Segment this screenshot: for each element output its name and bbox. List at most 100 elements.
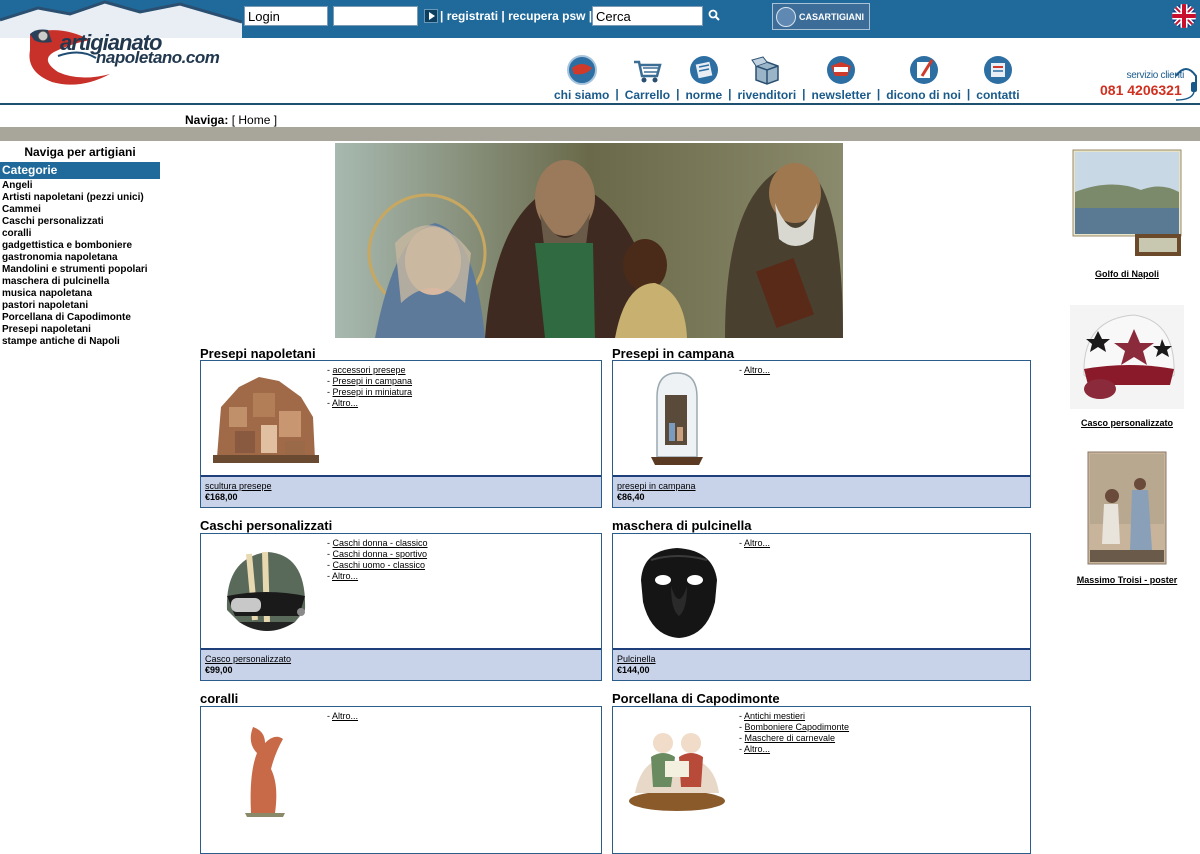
category-item[interactable]: Artisti napoletani (pezzi unici) [2, 192, 148, 204]
featured-item[interactable]: Casco personalizzato [1070, 305, 1184, 428]
section-title: maschera di pulcinella [612, 518, 752, 533]
password-input[interactable] [333, 6, 418, 26]
category-item[interactable]: maschera di pulcinella [2, 276, 148, 288]
category-item[interactable]: Mandolini e strumenti popolari [2, 264, 148, 276]
product-link[interactable]: Pulcinella [617, 654, 656, 664]
subcategory-link[interactable]: Caschi donna - classico [333, 538, 428, 548]
category-item[interactable]: coralli [2, 228, 148, 240]
presepe-image[interactable] [209, 367, 321, 471]
nav-chi-siamo[interactable]: chi siamo [548, 54, 615, 102]
porcelain-image[interactable] [621, 713, 733, 817]
more-link[interactable]: Altro... [332, 571, 358, 581]
more-link[interactable]: Altro... [332, 711, 358, 721]
subcategory-link[interactable]: Caschi uomo - classico [333, 560, 426, 570]
subcategory-link[interactable]: Caschi donna - sportivo [333, 549, 428, 559]
category-item[interactable]: Angeli [2, 180, 148, 192]
product-box: - Caschi donna - classico - Caschi donna… [200, 533, 602, 681]
mask-image[interactable] [621, 540, 733, 644]
service-label: servizio clienti [1126, 70, 1185, 81]
nav-contatti[interactable]: contatti [970, 54, 1025, 102]
category-item[interactable]: Porcellana di Capodimonte [2, 312, 148, 324]
category-item[interactable]: stampe antiche di Napoli [2, 336, 148, 348]
product-link[interactable]: presepi in campana [617, 481, 696, 491]
section-title: Porcellana di Capodimonte [612, 691, 780, 706]
product-link[interactable]: scultura presepe [205, 481, 272, 491]
rules-icon [689, 56, 718, 84]
more-link[interactable]: Altro... [744, 365, 770, 375]
product-footer: Pulcinella €144,00 [613, 648, 1030, 680]
site-logo[interactable]: artigianato napoletano.com [0, 0, 243, 100]
product-link[interactable]: Casco personalizzato [205, 654, 291, 664]
category-item[interactable]: Presepi napoletani [2, 324, 148, 336]
star-helmet-image[interactable] [1070, 305, 1184, 409]
info-icon [566, 55, 597, 85]
product-box: - Altro... Pulcinella €144,00 [612, 533, 1031, 681]
categories-title: Categorie [0, 162, 160, 179]
login-go-button[interactable] [424, 9, 438, 23]
troisi-poster-image[interactable] [1070, 450, 1184, 566]
box-icon [751, 56, 779, 85]
nav-carrello[interactable]: Carrello [619, 54, 676, 102]
category-item[interactable]: Cammei [2, 204, 148, 216]
subcategory-link[interactable]: Presepi in miniatura [333, 387, 413, 397]
helmet-image[interactable] [209, 540, 321, 644]
more-link[interactable]: Altro... [332, 398, 358, 408]
grey-divider [0, 127, 1200, 141]
header-divider [0, 103, 1200, 105]
more-link[interactable]: Altro... [744, 744, 770, 754]
login-input[interactable] [244, 6, 328, 26]
product-footer: scultura presepe €168,00 [201, 475, 601, 507]
main-nav: chi siamo | Carrello | norme | rivendito… [548, 54, 1026, 102]
featured-caption[interactable]: Casco personalizzato [1070, 418, 1184, 428]
product-price: €144,00 [617, 665, 650, 675]
coral-image[interactable] [209, 713, 321, 817]
featured-item[interactable]: Massimo Troisi - poster [1070, 450, 1184, 585]
featured-caption[interactable]: Massimo Troisi - poster [1070, 575, 1184, 585]
category-item[interactable]: musica napoletana [2, 288, 148, 300]
nav-newsletter[interactable]: newsletter [806, 54, 877, 102]
subcategory-link[interactable]: accessori presepe [333, 365, 406, 375]
logo-text-2: napoletano.com [96, 48, 220, 67]
register-link[interactable]: registrati [447, 9, 498, 23]
partner-label: CASARTIGIANI [799, 11, 864, 22]
more-link[interactable]: Altro... [744, 538, 770, 548]
section-title: Presepi napoletani [200, 346, 316, 361]
search-icon[interactable] [708, 9, 720, 21]
nav-rivenditori[interactable]: rivenditori [731, 54, 802, 102]
casartigiani-badge[interactable]: CASARTIGIANI [772, 3, 870, 30]
subcategory-links: - Altro... [327, 711, 359, 721]
product-box: - Altro... presepi in campana €86,40 [612, 360, 1031, 508]
news-icon [827, 56, 856, 84]
uk-flag-icon[interactable] [1172, 4, 1196, 28]
category-item[interactable]: Caschi personalizzati [2, 216, 148, 228]
nav-dicono-di-noi[interactable]: dicono di noi [880, 54, 967, 102]
search-input[interactable] [592, 6, 703, 26]
product-price: €168,00 [205, 492, 238, 502]
gulf-painting-image[interactable] [1071, 148, 1183, 260]
campana-image[interactable] [621, 367, 733, 471]
nav-norme[interactable]: norme [679, 54, 728, 102]
subcategory-link[interactable]: Presepi in campana [333, 376, 413, 386]
breadcrumb-home[interactable]: Home [238, 113, 270, 127]
product-price: €86,40 [617, 492, 645, 502]
section-title: Caschi personalizzati [200, 518, 333, 533]
service-phone: 081 4206321 [1100, 82, 1182, 98]
category-list: Angeli Artisti napoletani (pezzi unici) … [2, 180, 148, 348]
recover-password-link[interactable]: recupera psw [508, 9, 585, 23]
subcategory-link[interactable]: Bomboniere Capodimonte [745, 722, 850, 732]
subcategory-links: - Caschi donna - classico - Caschi donna… [327, 538, 428, 581]
subcategory-links: - Altro... [739, 365, 771, 375]
category-item[interactable]: pastori napoletani [2, 300, 148, 312]
breadcrumb-label: Naviga: [185, 113, 229, 127]
testimonial-icon [909, 56, 938, 84]
subcategory-link[interactable]: Antichi mestieri [744, 711, 805, 721]
category-item[interactable]: gadgettistica e bomboniere [2, 240, 148, 252]
category-item[interactable]: gastronomia napoletana [2, 252, 148, 264]
subcategory-links: - Antichi mestieri - Bomboniere Capodimo… [739, 711, 850, 754]
customer-service[interactable]: servizio clienti 081 4206321 [1096, 58, 1200, 102]
featured-item[interactable]: Golfo di Napoli [1070, 148, 1184, 279]
artisan-nav-heading[interactable]: Naviga per artigiani [0, 145, 160, 159]
featured-caption[interactable]: Golfo di Napoli [1070, 269, 1184, 279]
breadcrumb: Naviga: [ Home ] [185, 113, 278, 127]
subcategory-link[interactable]: Maschere di carnevale [745, 733, 836, 743]
